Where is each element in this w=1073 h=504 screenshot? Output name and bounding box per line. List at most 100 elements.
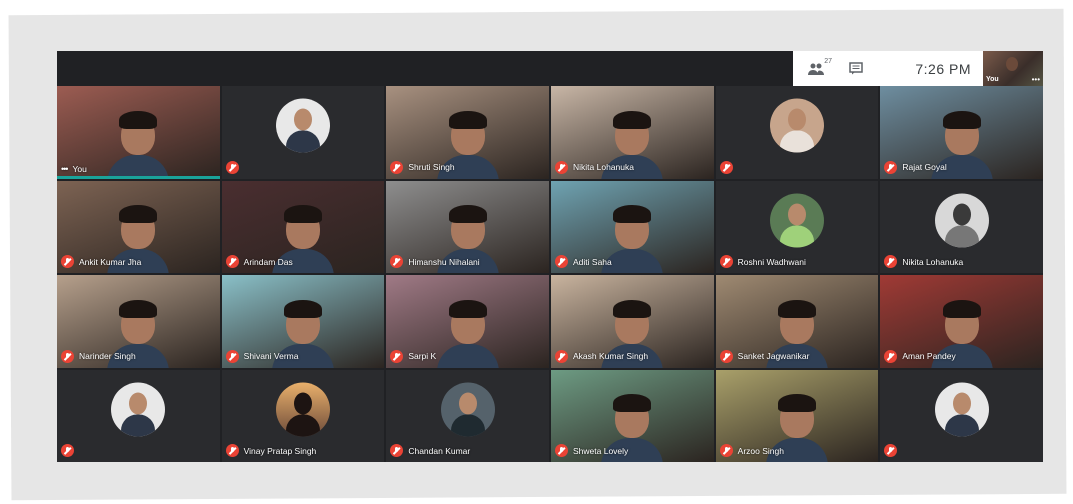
participant-tile[interactable]: Nikita Lohanuka [880, 180, 1043, 273]
participant-avatar [934, 193, 989, 248]
participant-name: Arzoo Singh [737, 445, 784, 456]
participant-tile[interactable]: Nikita Lohanuka [551, 86, 714, 179]
participant-tile[interactable]: ••• You [57, 86, 220, 179]
mic-muted-icon [884, 444, 898, 457]
mic-muted-icon [884, 160, 898, 174]
participant-nameplate: Arzoo Singh [719, 444, 784, 457]
mic-muted-icon [390, 349, 404, 363]
participant-tile[interactable]: Ankit Kumar Jha [57, 180, 220, 273]
participant-name: Roshni Wadhwani [737, 256, 806, 267]
clock: 7:26 PM [915, 60, 971, 77]
participant-tile[interactable]: Chandan Kumar [386, 369, 549, 462]
participant-name: Vinay Pratap Singh [243, 445, 317, 456]
participant-nameplate [719, 160, 733, 174]
mic-muted-icon [225, 444, 239, 457]
mic-muted-icon [555, 160, 568, 174]
participant-name: Akash Kumar Singh [573, 351, 649, 361]
participant-name: Shweta Lovely [573, 445, 629, 456]
participant-tile[interactable]: Vinay Pratap Singh [221, 369, 385, 462]
participant-tile[interactable]: Aman Pandey [880, 275, 1043, 368]
participant-tile[interactable] [880, 369, 1043, 462]
participant-avatar [440, 382, 495, 437]
mic-muted-icon [884, 255, 898, 268]
mic-muted-icon [719, 160, 733, 174]
participant-tile[interactable]: Shivani Verma [221, 275, 385, 368]
participant-name: Arindam Das [243, 256, 293, 267]
participant-name: Rajat Goyal [902, 162, 947, 172]
participant-nameplate: Aman Pandey [884, 349, 956, 363]
participant-avatar [769, 98, 824, 153]
mic-muted-icon [884, 349, 898, 363]
participant-tile[interactable] [715, 86, 879, 179]
participant-name: Nikita Lohanuka [573, 162, 634, 172]
participant-nameplate: Vinay Pratap Singh [225, 444, 317, 457]
more-options-icon[interactable]: ••• [61, 164, 69, 174]
participant-nameplate: Himanshu Nihalani [390, 255, 480, 268]
mic-muted-icon [719, 444, 733, 457]
participant-tile[interactable]: Shruti Singh [386, 86, 549, 179]
participant-nameplate: Narinder Singh [61, 349, 136, 363]
participant-name: Sarpi K [408, 351, 437, 361]
participant-tile[interactable]: Rajat Goyal [880, 86, 1043, 179]
participant-video [433, 288, 503, 368]
participant-tile[interactable]: Aditi Saha [551, 180, 714, 273]
participant-name: Sanket Jagwanikar [737, 351, 810, 361]
participant-nameplate: Arindam Das [225, 255, 293, 268]
participant-nameplate: Shweta Lovely [555, 444, 628, 457]
mic-muted-icon [390, 255, 404, 268]
participant-nameplate: Akash Kumar Singh [555, 349, 649, 363]
participant-video [103, 99, 173, 179]
participant-name: Narinder Singh [79, 351, 136, 361]
participant-name: Aditi Saha [573, 256, 612, 267]
mic-muted-icon [61, 255, 74, 268]
participant-name: You [72, 163, 87, 174]
participant-nameplate: Shivani Verma [225, 349, 298, 363]
participant-avatar [111, 382, 166, 437]
participant-nameplate: Aditi Saha [555, 255, 612, 268]
mic-muted-icon [719, 349, 733, 363]
participant-tile[interactable]: Arzoo Singh [715, 369, 879, 462]
participant-tile[interactable]: Akash Kumar Singh [551, 275, 714, 368]
participant-tile[interactable]: Sanket Jagwanikar [715, 275, 879, 368]
participant-avatar [769, 193, 824, 248]
participant-tile[interactable]: Roshni Wadhwani [715, 180, 879, 273]
participant-tile[interactable]: Shweta Lovely [551, 369, 714, 462]
more-options-icon[interactable]: ••• [1032, 75, 1040, 84]
participant-tile[interactable]: Narinder Singh [57, 275, 220, 368]
participant-tile[interactable] [221, 86, 385, 179]
mic-muted-icon [61, 444, 74, 457]
participant-name: Nikita Lohanuka [902, 256, 964, 267]
participant-tile[interactable] [57, 369, 220, 462]
participant-nameplate: Sanket Jagwanikar [719, 349, 810, 363]
participant-avatar [934, 382, 989, 437]
participant-name: Chandan Kumar [408, 445, 471, 456]
self-view-thumbnail[interactable]: You ••• [983, 51, 1043, 86]
mic-muted-icon [555, 444, 568, 457]
mic-muted-icon [390, 444, 404, 457]
participant-nameplate: Ankit Kumar Jha [61, 255, 141, 268]
participant-nameplate: Roshni Wadhwani [719, 255, 806, 268]
participants-count: 27 [824, 57, 832, 65]
people-icon[interactable]: 27 [805, 58, 832, 78]
mic-muted-icon [555, 349, 568, 363]
participant-nameplate: ••• You [61, 164, 87, 174]
participant-nameplate [225, 160, 239, 174]
participant-tile[interactable]: Himanshu Nihalani [386, 180, 549, 273]
participant-name: Shruti Singh [408, 162, 455, 172]
speaking-indicator [57, 175, 220, 179]
meet-window: 27 7:26 PM You ••• ••• You Shruti Singh Nik… [57, 51, 1043, 462]
mic-muted-icon [555, 255, 568, 268]
participant-nameplate: Nikita Lohanuka [555, 160, 634, 174]
mic-muted-icon [61, 349, 74, 363]
participant-grid: ••• You Shruti Singh Nikita Lohanuka Rajat G… [57, 86, 1043, 462]
participant-nameplate: Chandan Kumar [390, 444, 470, 457]
participant-avatar [275, 382, 330, 437]
chat-icon[interactable] [845, 60, 867, 78]
participant-tile[interactable]: Arindam Das [221, 180, 385, 273]
participant-tile[interactable]: Sarpi K [386, 275, 549, 368]
participant-nameplate: Shruti Singh [390, 160, 455, 174]
participant-avatar [275, 98, 330, 153]
meeting-toolbar: 27 7:26 PM [793, 51, 983, 86]
mic-muted-icon [719, 255, 733, 268]
mic-muted-icon [225, 349, 239, 363]
